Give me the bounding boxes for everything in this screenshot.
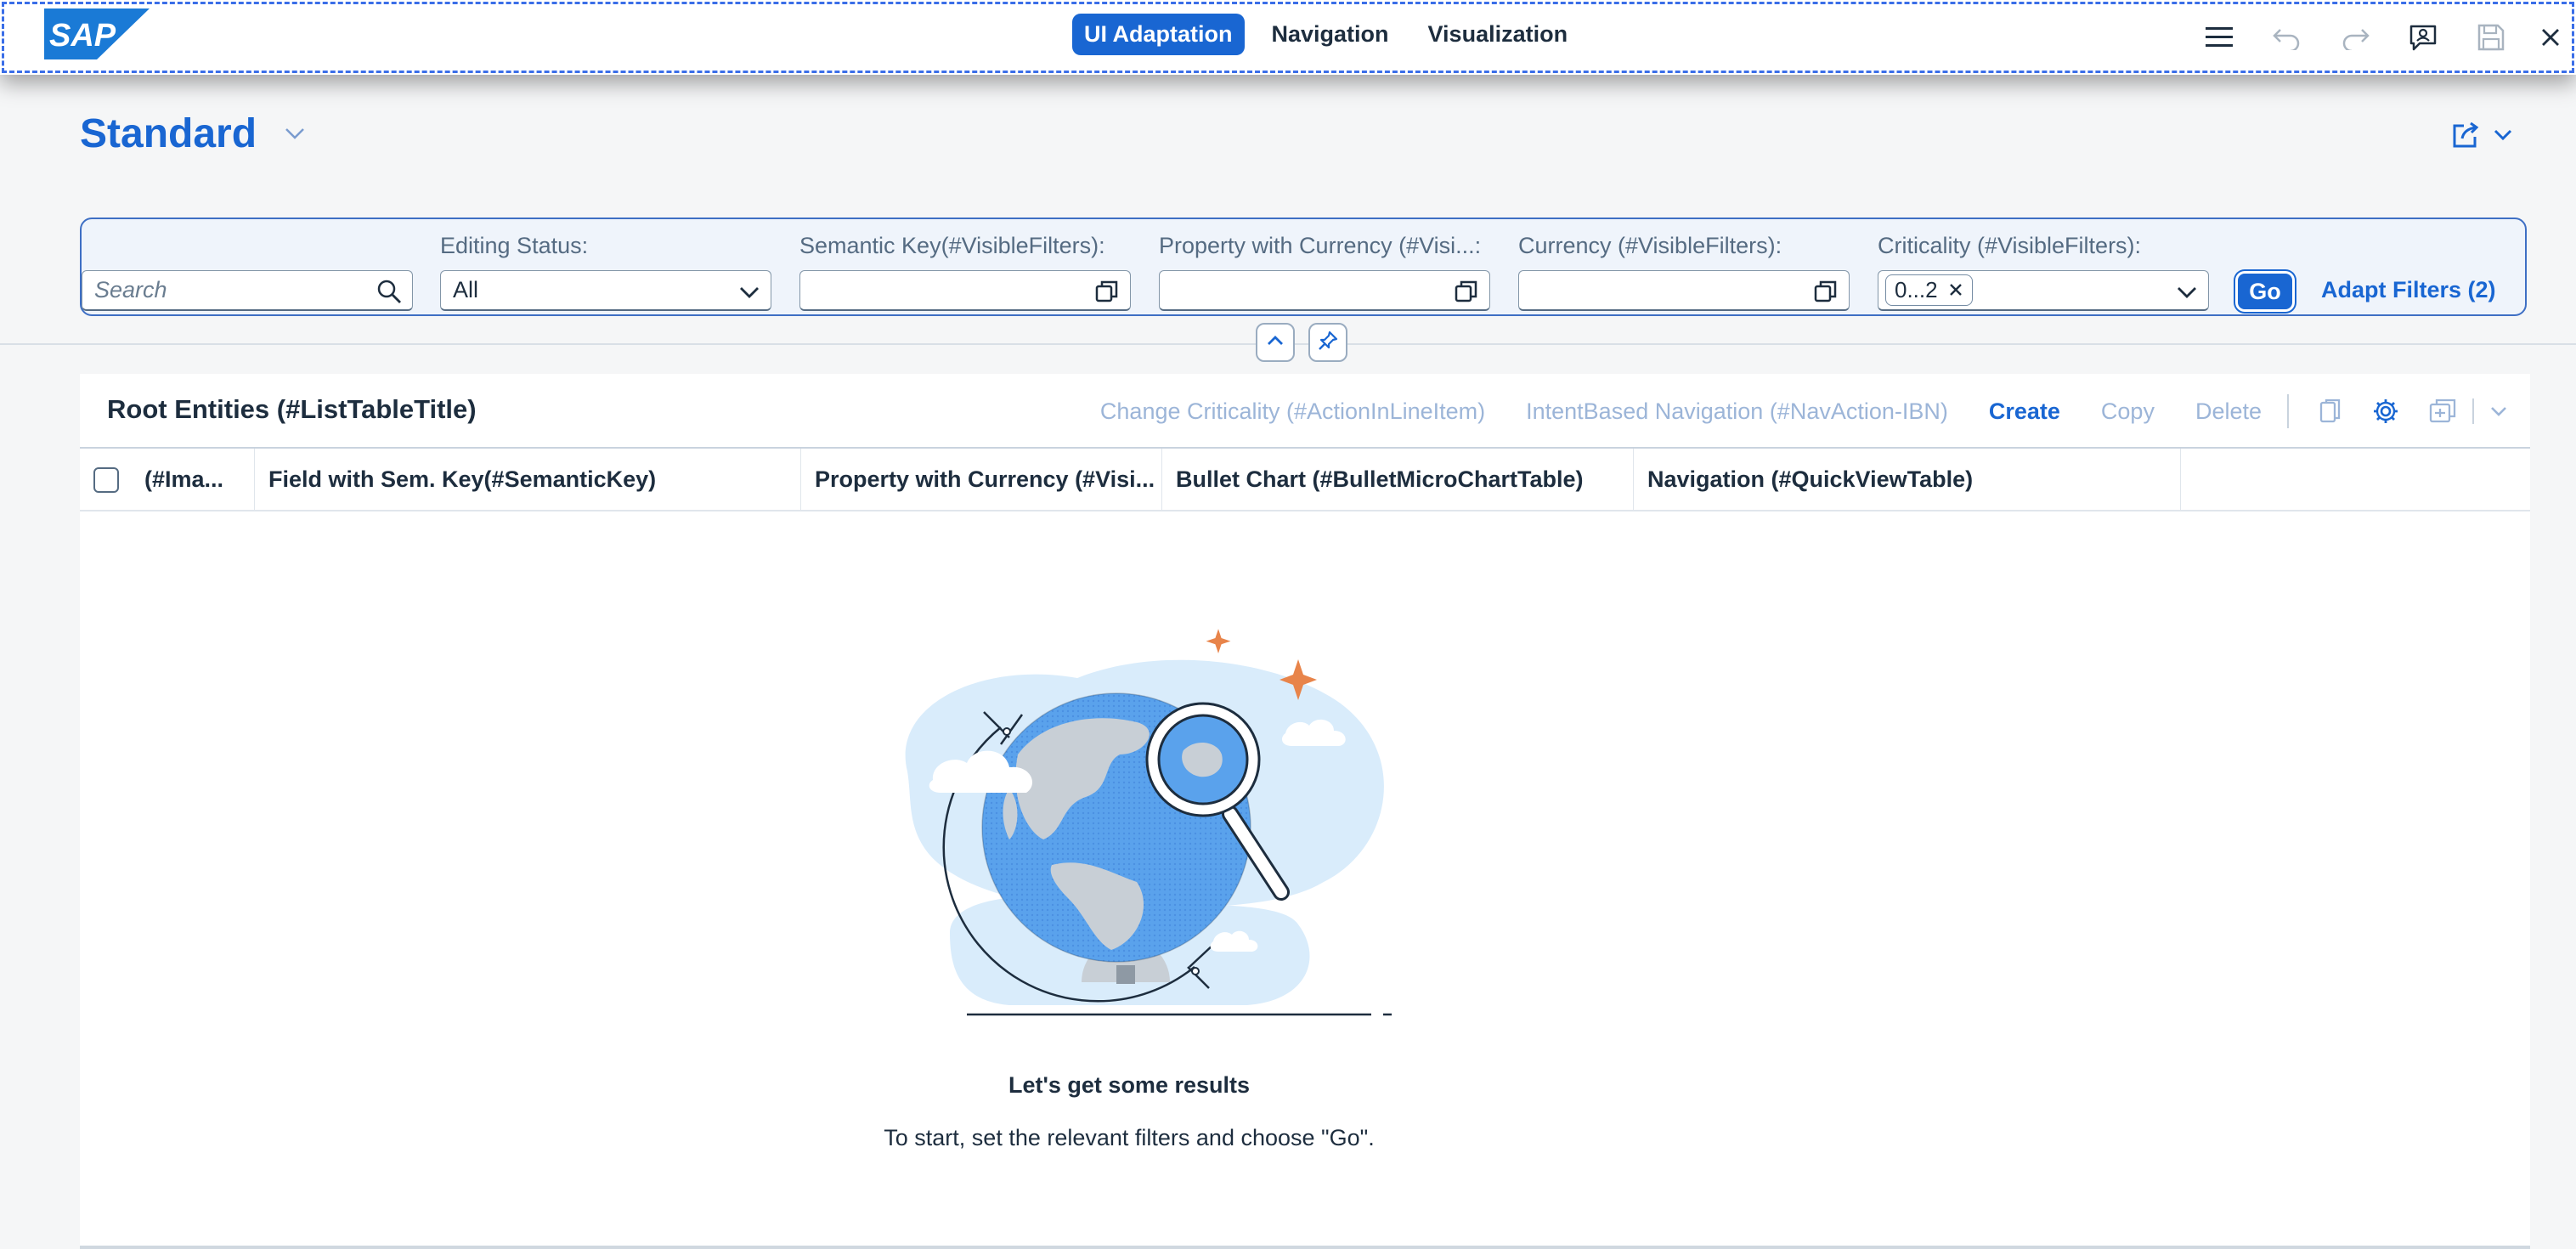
export-icon[interactable] bbox=[2428, 398, 2457, 425]
value-help-icon[interactable] bbox=[1094, 279, 1120, 310]
chevron-down-icon[interactable] bbox=[2493, 127, 2513, 147]
column-header-image[interactable]: (#Ima... bbox=[131, 449, 255, 510]
change-criticality-button[interactable]: Change Criticality (#ActionInLineItem) bbox=[1100, 398, 1485, 425]
undo-icon[interactable] bbox=[2253, 0, 2321, 75]
create-button[interactable]: Create bbox=[1989, 398, 2060, 425]
save-icon[interactable] bbox=[2457, 0, 2525, 75]
share-menu[interactable] bbox=[2450, 121, 2513, 154]
toolbar-separator bbox=[2287, 394, 2289, 428]
chevron-down-icon[interactable] bbox=[2176, 281, 2198, 308]
feedback-icon[interactable] bbox=[2389, 0, 2457, 75]
pin-header-button[interactable] bbox=[1308, 323, 1347, 362]
chevron-down-icon[interactable] bbox=[738, 281, 760, 308]
token-text: 0...2 bbox=[1895, 277, 1938, 302]
chevron-down-icon[interactable] bbox=[284, 126, 306, 145]
close-icon[interactable] bbox=[1948, 277, 1963, 303]
menu-icon[interactable] bbox=[2185, 0, 2253, 75]
toolbar-actions bbox=[2185, 0, 2576, 75]
search-placeholder: Search bbox=[94, 277, 167, 302]
filter-semantic-key: Semantic Key(#VisibleFilters): bbox=[799, 231, 1105, 260]
table-actions: Change Criticality (#ActionInLineItem) I… bbox=[1059, 391, 2508, 432]
svg-text:SAP: SAP bbox=[49, 18, 116, 54]
filter-currency: Currency (#VisibleFilters): bbox=[1518, 231, 1782, 260]
pin-icon bbox=[1317, 330, 1339, 356]
toolbar-separator bbox=[2472, 398, 2474, 424]
intent-navigation-button[interactable]: IntentBased Navigation (#NavAction-IBN) bbox=[1526, 398, 1948, 425]
chevron-up-icon bbox=[1266, 334, 1285, 352]
share-icon[interactable] bbox=[2450, 121, 2481, 154]
redo-icon[interactable] bbox=[2321, 0, 2389, 75]
globe-illustration bbox=[882, 627, 1393, 1039]
copy-button[interactable]: Copy bbox=[2101, 398, 2155, 425]
gear-icon[interactable] bbox=[2372, 398, 2399, 425]
close-icon[interactable] bbox=[2525, 0, 2576, 75]
column-header-navigation[interactable]: Navigation (#QuickViewTable) bbox=[1634, 449, 2181, 510]
column-header-bullet-chart[interactable]: Bullet Chart (#BulletMicroChartTable) bbox=[1162, 449, 1634, 510]
criticality-token[interactable]: 0...2 bbox=[1885, 274, 1973, 306]
filter-label: Currency (#VisibleFilters): bbox=[1518, 233, 1782, 258]
table-panel: Root Entities (#ListTableTitle) Change C… bbox=[80, 374, 2530, 1249]
semantic-key-input[interactable] bbox=[799, 270, 1131, 311]
filter-editing-status: Editing Status: bbox=[440, 231, 588, 260]
adapt-filters-button[interactable]: Adapt Filters (2) bbox=[2321, 277, 2496, 303]
value-help-icon[interactable] bbox=[1813, 279, 1839, 310]
sap-logo: SAP bbox=[44, 8, 150, 64]
collapse-header-button[interactable] bbox=[1256, 323, 1295, 362]
adaptation-toolbar: SAP UI Adaptation Navigation Visualizati… bbox=[0, 0, 2576, 75]
panel-bottom-border bbox=[80, 1246, 2530, 1249]
editing-status-select[interactable]: All bbox=[440, 270, 771, 311]
tab-ui-adaptation[interactable]: UI Adaptation bbox=[1072, 14, 1245, 55]
search-input[interactable]: Search bbox=[82, 270, 413, 311]
value-help-icon[interactable] bbox=[1454, 279, 1479, 310]
filter-label: Criticality (#VisibleFilters): bbox=[1878, 233, 2142, 258]
paste-icon[interactable] bbox=[2318, 398, 2343, 425]
select-value: All bbox=[453, 277, 479, 302]
search-icon[interactable] bbox=[376, 279, 402, 310]
tab-navigation[interactable]: Navigation bbox=[1260, 14, 1401, 55]
criticality-multicombobox[interactable]: 0...2 bbox=[1878, 270, 2209, 311]
filter-bar: Search Editing Status: All Semantic Key(… bbox=[80, 218, 2527, 316]
filter-label: Editing Status: bbox=[440, 233, 589, 258]
column-header-semantic-key[interactable]: Field with Sem. Key(#SemanticKey) bbox=[255, 449, 801, 510]
currency-input[interactable] bbox=[1518, 270, 1850, 311]
select-all-checkbox[interactable] bbox=[93, 467, 119, 493]
table-header: (#Ima... Field with Sem. Key(#SemanticKe… bbox=[80, 447, 2530, 511]
property-currency-input[interactable] bbox=[1159, 270, 1490, 311]
table-title: Root Entities (#ListTableTitle) bbox=[107, 394, 477, 424]
empty-state-description: To start, set the relevant filters and c… bbox=[884, 1125, 1375, 1150]
header-toggle-buttons bbox=[1256, 323, 1347, 362]
variant-title[interactable]: Standard bbox=[80, 110, 257, 157]
empty-state-title: Let's get some results bbox=[1008, 1072, 1250, 1098]
toolbar-mode-tabs: UI Adaptation Navigation Visualization bbox=[1072, 14, 1579, 55]
filter-criticality: Criticality (#VisibleFilters): bbox=[1878, 231, 2141, 260]
filter-property-currency: Property with Currency (#Visi...: bbox=[1159, 231, 1481, 260]
filter-label: Semantic Key(#VisibleFilters): bbox=[799, 233, 1105, 258]
filter-label: Property with Currency (#Visi...: bbox=[1159, 233, 1482, 258]
column-header-property-currency[interactable]: Property with Currency (#Visi... bbox=[801, 449, 1162, 510]
go-button[interactable]: Go bbox=[2238, 274, 2292, 309]
tab-visualization[interactable]: Visualization bbox=[1416, 14, 1580, 55]
chevron-down-icon[interactable] bbox=[2489, 404, 2508, 418]
delete-button[interactable]: Delete bbox=[2195, 398, 2262, 425]
